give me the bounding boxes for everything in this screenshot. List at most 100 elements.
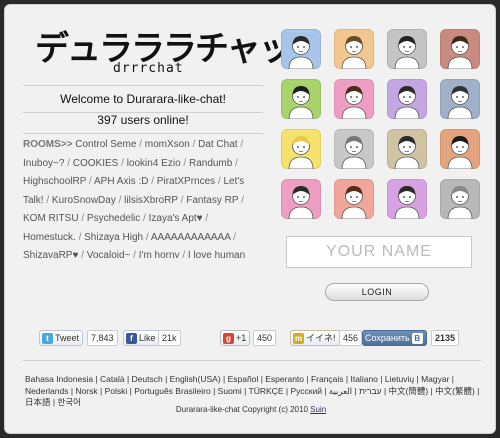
avatar-woman[interactable] [440,29,480,69]
avatar-gray[interactable] [334,129,374,169]
room-link[interactable]: Psychedelic [87,213,140,224]
language-separator: | [381,385,389,396]
room-separator: / [78,250,87,258]
room-link[interactable]: Vocaloid~ [87,250,131,258]
avatar-hat[interactable] [281,79,321,119]
room-link[interactable]: Fantasy RP [186,195,238,206]
room-link[interactable]: I'm horny [139,250,180,258]
language-link[interactable]: Magyar [421,374,449,384]
room-separator: / [238,194,244,206]
avatar-suit[interactable] [387,129,427,169]
language-link[interactable]: Português Brasileiro [134,386,211,396]
language-link[interactable]: עברית [359,386,381,396]
language-link[interactable]: 中文(繁體) [435,386,475,396]
language-link[interactable]: Suomi [218,386,242,396]
tweet-label: Tweet [55,333,80,343]
language-link[interactable]: 中文(簡體) [389,386,429,396]
room-link[interactable]: I love human [188,250,245,258]
tweet-button[interactable]: t Tweet [39,330,84,346]
name-input[interactable] [286,236,472,268]
language-link[interactable]: Lietuvių [385,374,414,384]
language-link[interactable]: Català [100,374,125,384]
avatar-boy[interactable] [281,29,321,69]
language-separator: | [162,374,170,384]
author-link[interactable]: Suin [310,405,326,414]
avatar-sailor[interactable] [440,79,480,119]
mixi-count: 456 [339,330,363,346]
facebook-icon: f [126,332,137,344]
room-link[interactable]: PiratXPrnces [157,176,215,187]
language-separator: | [220,374,228,384]
language-separator: | [93,374,100,384]
avatar-pigtails[interactable] [334,79,374,119]
avatar-girl[interactable] [334,29,374,69]
avatar-blond[interactable] [281,129,321,169]
language-link[interactable]: العربية [329,386,352,396]
language-link[interactable]: TÜRKÇE [249,386,284,396]
language-link[interactable]: Italiano [350,374,377,384]
gplus-icon: g [223,332,234,344]
room-link[interactable]: lilsisXbroRP [124,195,178,206]
like-button[interactable]: f Like [123,330,160,346]
room-link[interactable]: Homestuck. [23,232,76,243]
room-link[interactable]: Inuboy~? [23,158,64,169]
gplus-button[interactable]: g +1 [220,330,251,346]
room-separator: / [136,139,145,150]
language-link[interactable]: English(USA) [170,374,221,384]
avatar-figure-icon [447,36,473,69]
room-link[interactable]: Randumb [189,158,232,169]
room-link[interactable]: KuroSnowDay [52,195,116,206]
avatar-maid[interactable] [387,179,427,219]
avatar-bald[interactable] [440,179,480,219]
main-panel: デュラララチャット drrrchat Welcome to Durarara-l… [4,4,496,434]
room-link[interactable]: Dat Chat [198,139,237,150]
room-link[interactable]: momXson [145,139,190,150]
room-link[interactable]: APH Axis :D [94,176,148,187]
language-separator: | [449,374,455,384]
language-separator: | [210,385,218,396]
language-link[interactable]: Nederlands [25,386,68,396]
avatar-figure-icon [394,86,420,119]
language-link[interactable]: Bahasa Indonesia [25,374,93,384]
room-link[interactable]: ShizayaRP♥ [23,250,78,258]
room-link[interactable]: AAAAAAAAAAAA [151,232,231,243]
room-link[interactable]: Izaya's Apt♥ [149,213,203,224]
copyright: Durarara-like-chat Copyright (c) 2010 Su… [5,405,497,414]
room-link[interactable]: COOKIES [73,158,119,169]
room-link[interactable]: KOM RITSU [23,213,79,224]
login-button[interactable]: LOGIN [325,283,429,301]
avatar-figure-icon [288,136,314,169]
room-separator: / [78,213,87,224]
language-link[interactable]: Español [228,374,259,384]
language-link[interactable]: Deutsch [132,374,163,384]
language-link[interactable]: Русский [290,386,322,396]
room-separator: / [148,176,157,187]
tweet-count: 7,843 [87,330,118,346]
room-link[interactable]: HighschoolRP [23,176,86,187]
avatar-curly[interactable] [334,179,374,219]
avatar-figure-icon [447,136,473,169]
avatar-bun[interactable] [281,179,321,219]
mixi-button[interactable]: m イイネ! [290,330,340,346]
rooms-label: ROOMS>> [23,139,73,150]
language-separator: | [304,374,311,384]
room-link[interactable]: Control Seme [75,139,136,150]
language-link[interactable]: Polski [105,386,128,396]
avatar-geisha[interactable] [440,129,480,169]
language-link[interactable]: Français [311,374,344,384]
language-separator: | [97,385,105,396]
language-separator: | [321,385,329,396]
language-link[interactable]: Norsk [75,386,97,396]
room-separator: / [237,139,244,150]
vk-button[interactable]: Сохранить B [362,330,427,346]
avatar-braids[interactable] [387,79,427,119]
language-separator: | [124,374,132,384]
online-count: 397 users online! [23,109,263,134]
room-separator: / [215,176,224,187]
avatar-figure-icon [341,136,367,169]
avatar-headphones[interactable] [387,29,427,69]
room-link[interactable]: lookin4 Ezio [127,158,181,169]
room-link[interactable]: Shizaya High [84,232,143,243]
gplus-label: +1 [236,333,247,343]
language-link[interactable]: Esperanto [265,374,304,384]
